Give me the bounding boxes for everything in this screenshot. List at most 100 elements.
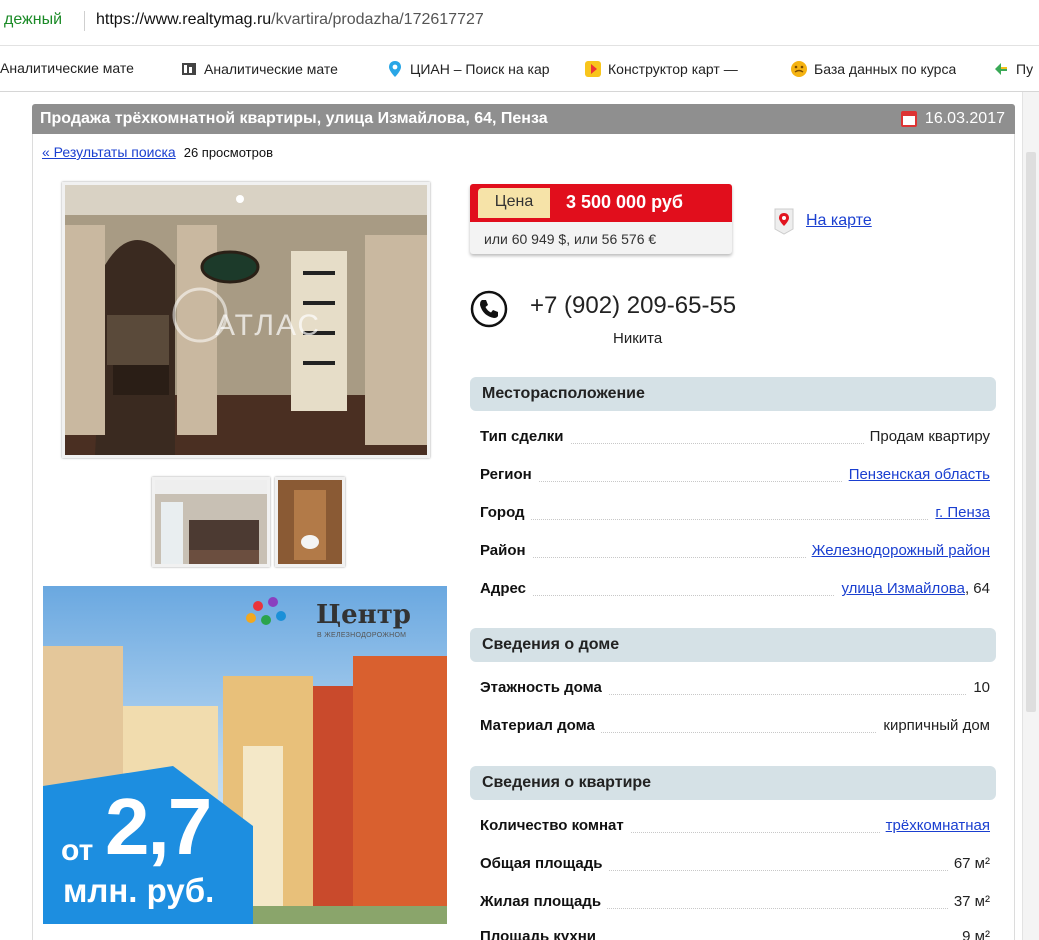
back-to-results-link[interactable]: « Результаты поиска: [42, 144, 176, 160]
info-key: Материал дома: [480, 717, 601, 734]
info-row: Общая площадь 67 м²: [480, 851, 990, 877]
info-key: Тип сделки: [480, 428, 570, 445]
ad-price-number: 2,7: [105, 782, 212, 871]
scrollbar-thumb[interactable]: [1026, 152, 1036, 712]
vertical-scrollbar[interactable]: [1022, 92, 1039, 940]
info-value: 9 м²: [956, 928, 990, 940]
chart-icon: [182, 63, 196, 75]
info-row: Количество комнат трёхкомнатная: [480, 813, 990, 839]
section-house-header: Сведения о доме: [470, 628, 996, 662]
breadcrumb: « Результаты поиска 26 просмотров: [42, 144, 273, 160]
address-separator: [84, 11, 85, 31]
price-box: Цена 3 500 000 руб или 60 949 $, или 56 …: [470, 184, 732, 254]
info-row: Этажность дома 10: [480, 675, 990, 701]
url-text[interactable]: https://www.realtymag.ru/kvartira/prodaz…: [96, 11, 484, 29]
district-link[interactable]: Железнодорожный район: [812, 542, 990, 559]
views-count: 26 просмотров: [183, 145, 273, 160]
info-row: Регион Пензенская область: [480, 462, 990, 488]
info-key: Площадь кухни: [480, 928, 603, 940]
page: Продажа трёхкомнатной квартиры, улица Из…: [12, 92, 1022, 940]
ad-from: от: [61, 834, 94, 867]
section-title: Сведения о доме: [482, 636, 620, 653]
bookmark-item[interactable]: База данных по курса: [790, 60, 978, 78]
contact-phone[interactable]: +7 (902) 209-65-55: [530, 292, 736, 320]
city-link[interactable]: г. Пенза: [935, 504, 990, 521]
info-row: Адрес улица Измайлова, 64: [480, 576, 990, 602]
bookmark-icon: [995, 63, 1007, 75]
info-row: Тип сделки Продам квартиру: [480, 424, 990, 450]
info-key: Регион: [480, 466, 538, 483]
map-constructor-icon: [585, 61, 601, 77]
info-row: Город г. Пенза: [480, 500, 990, 526]
info-row: Площадь кухни 9 м²: [480, 924, 990, 940]
info-key: Адрес: [480, 580, 533, 597]
bookmark-item[interactable]: Пу: [992, 60, 1039, 78]
section-title: Месторасположение: [482, 385, 645, 402]
bookmark-label: Аналитические мате: [0, 60, 134, 76]
bookmarks-bar: Аналитические мате Аналитические мате ЦИ…: [0, 46, 1039, 92]
thumbnail-image: [155, 480, 267, 564]
bookmark-item[interactable]: Конструктор карт —: [584, 60, 774, 78]
contact-name: Никита: [613, 330, 663, 347]
ad-price-unit: млн. руб.: [63, 872, 215, 909]
info-value: кирпичный дом: [877, 717, 990, 734]
info-value: г. Пенза: [929, 504, 990, 521]
bookmark-label: Конструктор карт —: [608, 61, 738, 77]
ad-brand: Центр: [316, 600, 411, 630]
map-pin-icon: [774, 208, 794, 235]
street-link[interactable]: улица Измайлова: [841, 580, 965, 597]
info-key: Этажность дома: [480, 679, 608, 696]
calendar-icon: [900, 111, 917, 127]
bookmark-label: База данных по курса: [814, 61, 957, 77]
smiley-icon: [791, 61, 807, 77]
map-link[interactable]: На карте: [806, 212, 872, 230]
section-title: Сведения о квартире: [482, 774, 652, 791]
bookmark-label: ЦИАН – Поиск на кар: [410, 61, 550, 77]
info-key: Жилая площадь: [480, 893, 608, 910]
thumbnail-image: [278, 480, 342, 564]
location-pin-icon: [389, 61, 401, 77]
info-value: Продам квартиру: [863, 428, 990, 445]
ad-banner[interactable]: Центр В ЖЕЛЕЗНОДОРОЖНОМ от 2,7 млн. руб.: [43, 586, 447, 924]
info-key: Район: [480, 542, 532, 559]
info-value: улица Измайлова, 64: [835, 580, 990, 597]
region-link[interactable]: Пензенская область: [849, 466, 990, 483]
info-key: Количество комнат: [480, 817, 630, 834]
photo-thumbnail[interactable]: [275, 477, 345, 567]
url-domain: https://www.realtymag.ru: [96, 11, 272, 28]
info-value: 67 м²: [947, 855, 990, 872]
bookmark-item[interactable]: ЦИАН – Поиск на кар: [386, 60, 571, 78]
listing-title: Продажа трёхкомнатной квартиры, улица Из…: [40, 110, 548, 127]
info-row: Район Железнодорожный район: [480, 538, 990, 564]
bookmark-item[interactable]: Аналитические мате: [180, 60, 370, 78]
bookmark-label: Аналитические мате: [204, 61, 338, 77]
info-value: трёхкомнатная: [879, 817, 990, 834]
section-location-header: Месторасположение: [470, 377, 996, 411]
photo-watermark: АТЛАС: [215, 309, 322, 342]
bookmark-label: Пу: [1016, 61, 1034, 77]
photo-thumbnail[interactable]: [152, 477, 270, 567]
info-key: Город: [480, 504, 531, 521]
info-value: 37 м²: [947, 893, 990, 910]
price-header: Цена 3 500 000 руб: [470, 184, 732, 222]
info-row: Материал дома кирпичный дом: [480, 713, 990, 739]
price-alternatives: или 60 949 $, или 56 576 €: [484, 231, 657, 247]
section-apartment-header: Сведения о квартире: [470, 766, 996, 800]
price-value: 3 500 000 руб: [566, 192, 683, 212]
url-path: /kvartira/prodazha/172617727: [271, 11, 484, 28]
listing-title-bar: Продажа трёхкомнатной квартиры, улица Из…: [32, 104, 1015, 134]
phone-icon: [470, 290, 508, 328]
ad-subtitle: В ЖЕЛЕЗНОДОРОЖНОМ: [317, 632, 407, 639]
dotted-leader: [500, 519, 980, 520]
rooms-link[interactable]: трёхкомнатная: [886, 817, 990, 834]
bookmark-item[interactable]: Аналитические мате: [0, 60, 168, 76]
main-photo[interactable]: АТЛАС: [62, 182, 430, 458]
listing-date-wrap: 16.03.2017: [900, 110, 1005, 128]
info-row: Жилая площадь 37 м²: [480, 889, 990, 915]
listing-date: 16.03.2017: [924, 110, 1005, 127]
info-value: 10: [967, 679, 990, 696]
info-key: Общая площадь: [480, 855, 609, 872]
address-bar[interactable]: дежный https://www.realtymag.ru/kvartira…: [0, 0, 1039, 46]
house-number: , 64: [964, 580, 990, 597]
security-label: дежный: [4, 11, 63, 28]
